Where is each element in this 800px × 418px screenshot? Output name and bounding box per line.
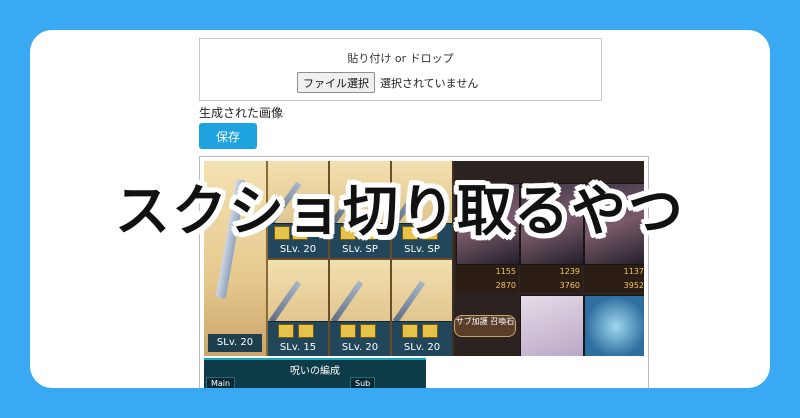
tab-sub: Sub [350,377,376,388]
sub-summon-button: サブ加護 召喚石 [454,315,516,337]
drop-zone[interactable]: 貼り付け or ドロップ ファイル選択 選択されていません [199,38,602,101]
skill-level: SLv. 15 [279,342,317,353]
weapon-slot: SLv. 15 [268,259,328,356]
weapon-slot: SLv. 20 [392,259,452,356]
hp-value: 1155 [456,265,518,278]
skill-bar: SLv. 15 [268,321,328,356]
formation-title: 呪いの編成 [290,366,340,377]
skill-icon [360,324,376,338]
weapon-art [268,280,302,323]
skill-bar: SLv. 20 [330,321,390,356]
summon-tile [584,295,644,356]
summon-tile [520,295,584,356]
skill-bar: SLv. 20 [392,321,452,356]
skill-icon [278,324,294,338]
file-status-text: 選択されていません [380,76,479,90]
hp-value: 1239 [520,265,582,278]
skill-level: SLv. 20 [403,342,441,353]
tab-main: Main [206,377,236,388]
atk-value: 3760 [520,279,582,292]
weapon-art [330,280,364,323]
skill-icon [340,324,356,338]
drop-hint: 貼り付け or ドロップ [347,52,454,65]
atk-value: 3952 [584,279,644,292]
skill-level: SLv. 20 [341,342,379,353]
weapon-art [392,280,426,323]
main-weapon-slv: SLv. 20 [208,334,262,352]
generated-image-label: 生成された画像 [199,106,284,120]
headline-title: スクショ切り取るやつ [114,179,685,243]
file-select-button[interactable]: ファイル選択 [297,72,375,93]
skill-icon [298,324,314,338]
save-button[interactable]: 保存 [199,123,257,149]
hp-value: 1137 [584,265,644,278]
skill-icon [402,324,418,338]
atk-value: 2870 [456,279,518,292]
formation-panel: 呪いの編成 Main Sub [204,358,426,388]
weapon-slot: SLv. 20 [330,259,390,356]
file-input-row: ファイル選択 選択されていません [297,72,478,93]
skill-icon [422,324,438,338]
